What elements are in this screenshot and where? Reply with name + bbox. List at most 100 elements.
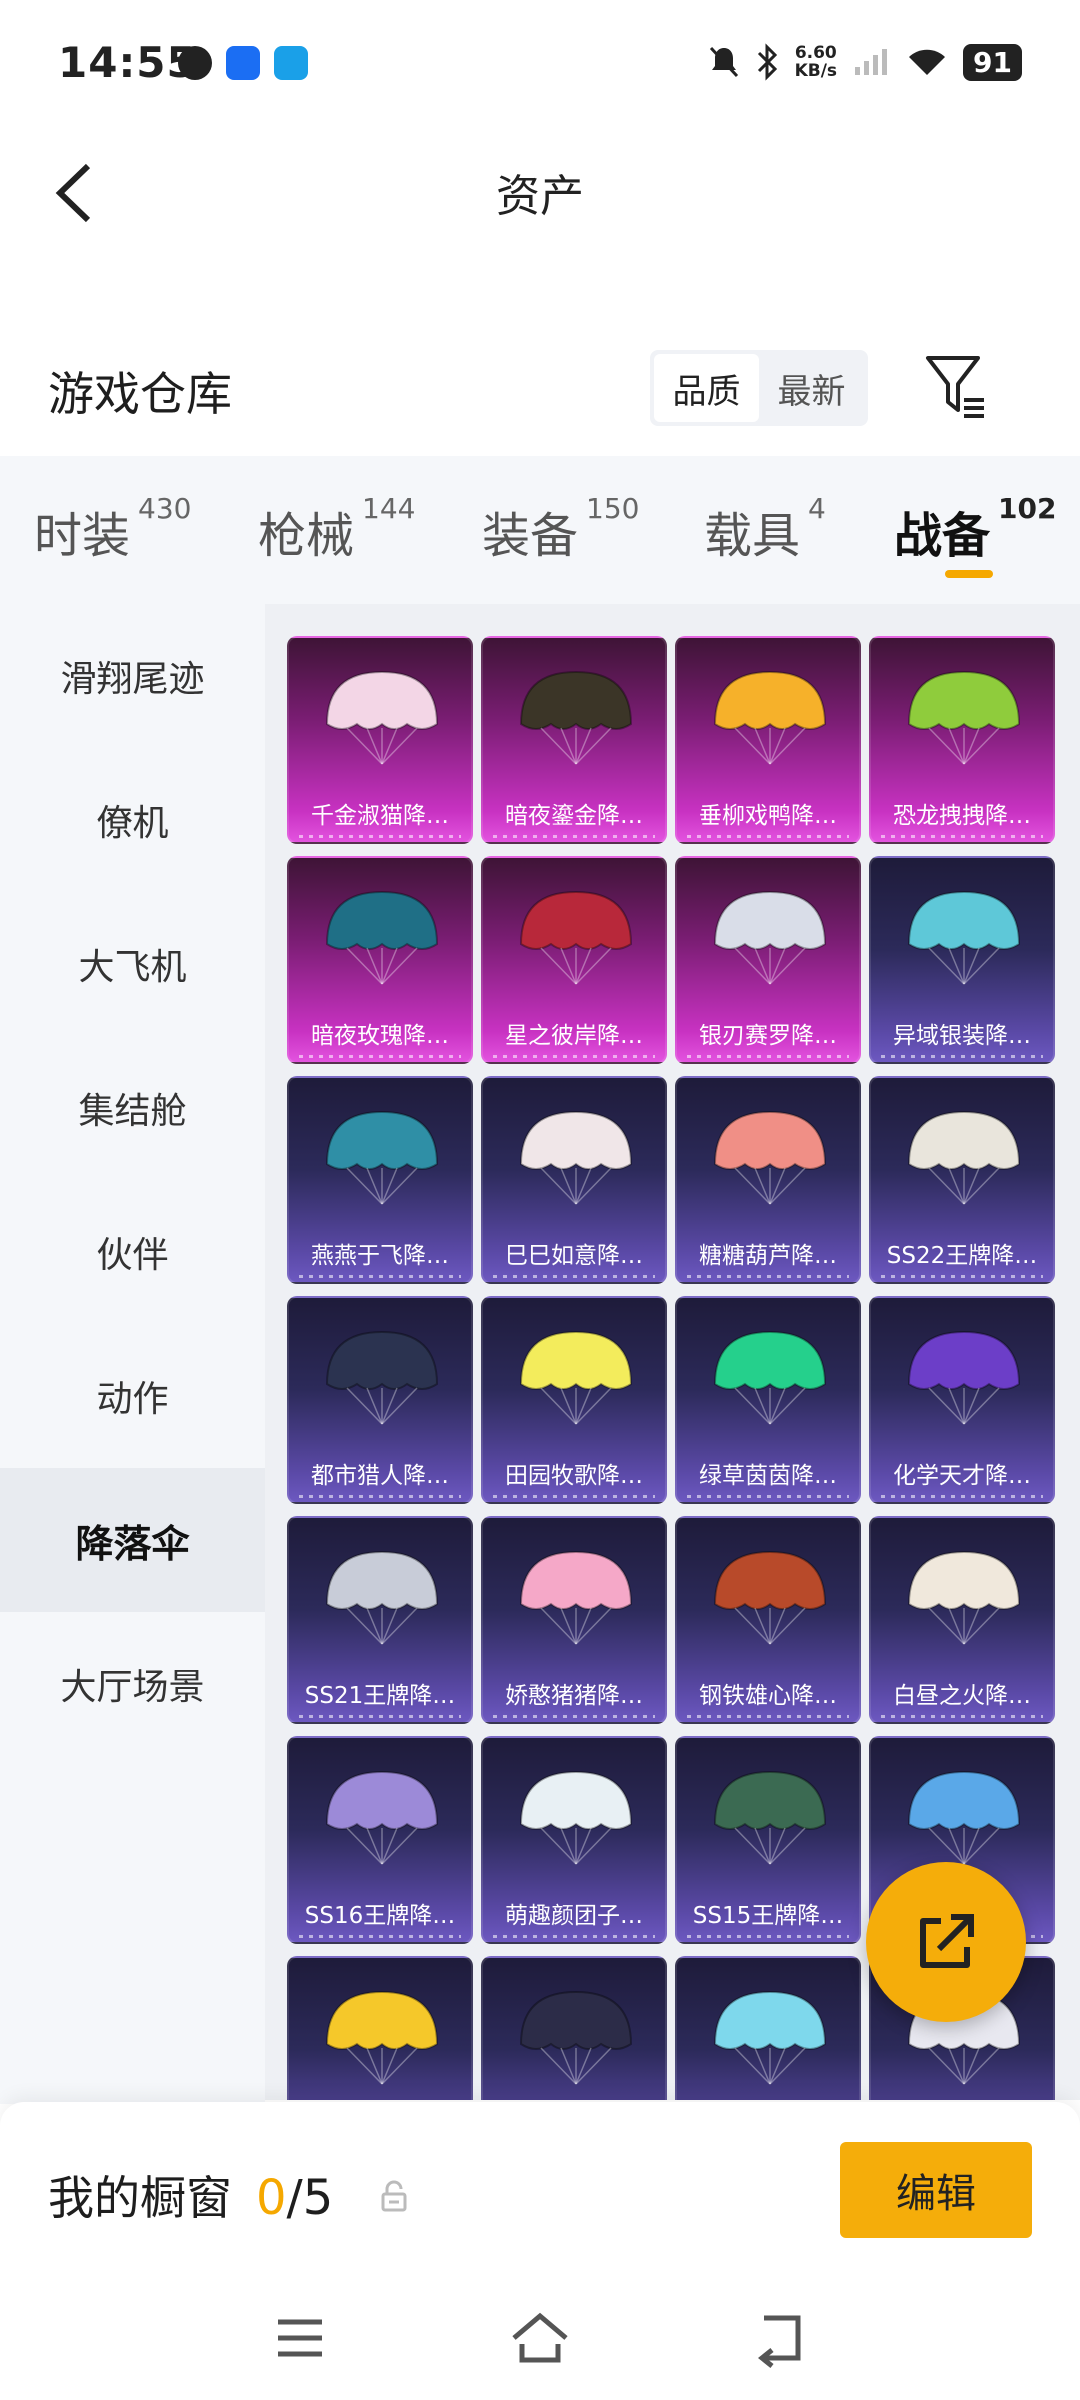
sort-newest-option[interactable]: 最新	[759, 354, 864, 422]
tab-battle-gear[interactable]: 战备 102	[894, 492, 1056, 566]
share-button[interactable]	[866, 1862, 1026, 2022]
warehouse-header: 游戏仓库 品质 最新	[0, 330, 1080, 450]
card-divider	[687, 1935, 849, 1938]
parachute-card[interactable]	[675, 1956, 861, 2100]
parachute-name: 银刃赛罗降…	[699, 1023, 837, 1049]
parachute-card[interactable]: SS16王牌降…	[287, 1736, 473, 1944]
parachute-name: 化学天才降…	[893, 1463, 1031, 1489]
parachute-image	[713, 1110, 827, 1205]
status-time: 14:55	[58, 38, 197, 87]
parachute-name: 暗夜鎏金降…	[505, 803, 643, 829]
parachute-name: 巳巳如意降…	[505, 1243, 643, 1269]
showcase-title-row: 我的橱窗 0/5	[48, 2162, 333, 2228]
card-divider	[493, 1275, 655, 1278]
parachute-card[interactable]: SS15王牌降…	[675, 1736, 861, 1944]
parachute-name: 田园牧歌降…	[505, 1463, 643, 1489]
parachute-card[interactable]: 糖糖葫芦降…	[675, 1076, 861, 1284]
edit-button[interactable]: 编辑	[840, 2142, 1032, 2238]
sidebar-item-assembly-pod[interactable]: 集结舱	[0, 1036, 265, 1180]
sidebar-item-wingman[interactable]: 僚机	[0, 748, 265, 892]
tab-guns-label: 枪械	[258, 508, 355, 564]
parachute-image	[325, 1990, 439, 2085]
filter-icon[interactable]	[924, 352, 988, 422]
parachute-card[interactable]: SS21王牌降…	[287, 1516, 473, 1724]
app-notification-icon	[274, 46, 308, 80]
parachute-card[interactable]: 异域银装降…	[869, 856, 1055, 1064]
tab-battle-gear-label: 战备	[894, 508, 991, 564]
sort-quality-option[interactable]: 品质	[654, 354, 759, 422]
tab-guns[interactable]: 枪械 144	[258, 492, 415, 566]
parachute-card[interactable]: 垂柳戏鸭降…	[675, 636, 861, 844]
net-speed-unit: KB/s	[794, 61, 838, 81]
tab-fashion[interactable]: 时装 430	[34, 492, 191, 566]
card-divider	[881, 835, 1043, 838]
sidebar-item-airplane[interactable]: 大飞机	[0, 892, 265, 1036]
parachute-card[interactable]: 化学天才降…	[869, 1296, 1055, 1504]
battery-level: 91	[963, 43, 1022, 81]
parachute-card[interactable]	[287, 1956, 473, 2100]
wifi-icon	[909, 49, 946, 75]
globe-icon	[178, 46, 212, 80]
cell-signal-icon	[855, 49, 888, 75]
card-divider	[299, 1715, 461, 1718]
sort-toggle: 品质 最新	[650, 350, 868, 426]
parachute-name: 恐龙拽拽降…	[893, 803, 1031, 829]
card-divider	[881, 1275, 1043, 1278]
net-speed: 6.60 KB/s	[795, 44, 837, 80]
parachute-card[interactable]: 星之彼岸降…	[481, 856, 667, 1064]
parachute-name: 垂柳戏鸭降…	[699, 803, 837, 829]
parachute-card[interactable]: 巳巳如意降…	[481, 1076, 667, 1284]
card-divider	[299, 1055, 461, 1058]
showcase-title: 我的橱窗	[48, 2171, 232, 2225]
mute-bell-icon	[709, 46, 738, 78]
parachute-card[interactable]: 燕燕于飞降…	[287, 1076, 473, 1284]
home-icon[interactable]	[510, 2308, 570, 2368]
parachute-card[interactable]	[481, 1956, 667, 2100]
parachute-card[interactable]: 白昼之火降…	[869, 1516, 1055, 1724]
parachute-image	[519, 1110, 633, 1205]
lock-icon	[381, 2180, 407, 2212]
parachute-card[interactable]: 都市猎人降…	[287, 1296, 473, 1504]
sidebar-item-glide-trail[interactable]: 滑翔尾迹	[0, 604, 265, 748]
parachute-card[interactable]: 娇憨猪猪降…	[481, 1516, 667, 1724]
parachute-image	[325, 1770, 439, 1865]
card-divider	[299, 1495, 461, 1498]
parachute-image	[325, 670, 439, 765]
parachute-card[interactable]: 田园牧歌降…	[481, 1296, 667, 1504]
card-divider	[881, 1055, 1043, 1058]
parachute-name: SS15王牌降…	[692, 1903, 844, 1929]
tab-vehicles[interactable]: 载具 4	[704, 492, 826, 566]
page-title: 资产	[496, 171, 584, 222]
sidebar-item-lobby-scene[interactable]: 大厅场景	[0, 1612, 265, 1756]
parachute-card[interactable]: 恐龙拽拽降…	[869, 636, 1055, 844]
parachute-name: SS21王牌降…	[304, 1683, 456, 1709]
parachute-card[interactable]: 千金淑猫降…	[287, 636, 473, 844]
sidebar-item-emote[interactable]: 动作	[0, 1324, 265, 1468]
parachute-name: 星之彼岸降…	[505, 1023, 643, 1049]
sidebar-item-parachute[interactable]: 降落伞	[0, 1468, 265, 1612]
parachute-card[interactable]: 绿草茵茵降…	[675, 1296, 861, 1504]
back-nav-icon[interactable]	[750, 2308, 810, 2368]
parachute-name: 异域银装降…	[893, 1023, 1031, 1049]
status-bar: 14:55 6.60 KB/s 91	[0, 0, 1080, 130]
card-divider	[881, 1495, 1043, 1498]
warehouse-title: 游戏仓库	[48, 367, 232, 421]
card-divider	[299, 835, 461, 838]
parachute-card[interactable]: 暗夜鎏金降…	[481, 636, 667, 844]
net-speed-value: 6.60	[794, 43, 837, 63]
sidebar-item-companion[interactable]: 伙伴	[0, 1180, 265, 1324]
parachute-image	[907, 890, 1021, 985]
parachute-card[interactable]: SS22王牌降…	[869, 1076, 1055, 1284]
tab-equipment[interactable]: 装备 150	[482, 492, 639, 566]
parachute-card[interactable]: 钢铁雄心降…	[675, 1516, 861, 1724]
parachute-card[interactable]: 银刃赛罗降…	[675, 856, 861, 1064]
parachute-image	[519, 1770, 633, 1865]
parachute-card[interactable]: 暗夜玫瑰降…	[287, 856, 473, 1064]
card-divider	[687, 835, 849, 838]
parachute-card[interactable]: 萌趣颜团子…	[481, 1736, 667, 1944]
parachute-image	[713, 890, 827, 985]
parachute-image	[519, 1990, 633, 2085]
tab-guns-count: 144	[362, 492, 416, 525]
showcase-current: 0	[256, 2170, 287, 2226]
menu-icon[interactable]	[270, 2308, 330, 2368]
